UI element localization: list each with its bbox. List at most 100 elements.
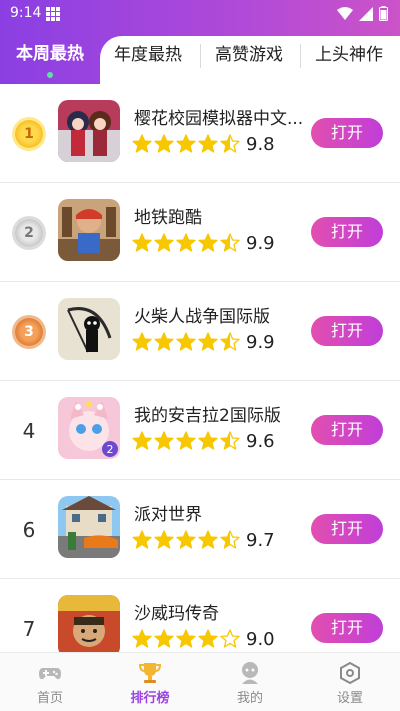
star-full-icon: [198, 431, 218, 450]
category-tabs: 本周最热 年度最热 高赞游戏 上头神作: [0, 28, 400, 84]
app-name: 我的安吉拉2国际版: [134, 406, 281, 426]
nav-label: 我的: [236, 691, 263, 706]
app-name: 火柴人战争国际版: [134, 307, 270, 327]
tab-yearly-hot[interactable]: 年度最热: [114, 40, 182, 70]
app-icon: [58, 199, 120, 261]
status-bar: 9:14: [0, 0, 400, 28]
tab-divider: [200, 44, 201, 68]
app-score: 9.0: [246, 629, 275, 650]
status-icons: [337, 6, 388, 21]
silver-medal-icon: 2: [15, 219, 43, 247]
open-button[interactable]: 打开: [311, 316, 383, 346]
bottom-navigation: 首页 排行榜 我的 设置: [0, 652, 400, 711]
gold-medal-icon: 1: [15, 120, 43, 148]
rank-number: 4: [22, 419, 36, 443]
star-rating: [132, 530, 240, 550]
star-full-icon: [198, 332, 218, 351]
star-half-icon: [220, 332, 240, 351]
star-full-icon: [154, 530, 174, 549]
user-icon: [242, 662, 258, 684]
app-name: 派对世界: [134, 505, 202, 525]
settings-hexagon-icon: [340, 661, 360, 685]
star-full-icon: [132, 530, 152, 549]
app-icon: 2: [58, 397, 120, 459]
list-item[interactable]: 2 地铁跑酷 9.9 打开: [0, 183, 400, 282]
nav-label: 设置: [336, 691, 363, 706]
list-item[interactable]: 4 2 我的安吉拉2国际版 9.6 打开: [0, 381, 400, 480]
star-full-icon: [198, 134, 218, 153]
star-rating: [132, 332, 240, 352]
nav-label: 排行榜: [130, 691, 170, 706]
star-full-icon: [198, 530, 218, 549]
open-button[interactable]: 打开: [311, 118, 383, 148]
tab-addictive-hits[interactable]: 上头神作: [315, 40, 383, 70]
rank-number: 7: [22, 617, 36, 641]
tab-label: 本周最热: [16, 44, 84, 64]
star-rating: [132, 629, 240, 649]
tab-divider: [300, 44, 301, 68]
trophy-icon: [138, 663, 162, 683]
tab-label: 年度最热: [114, 45, 182, 65]
app-name: 地铁跑酷: [134, 208, 202, 228]
open-button[interactable]: 打开: [311, 514, 383, 544]
star-full-icon: [154, 431, 174, 450]
star-half-icon: [220, 134, 240, 153]
signal-icon: [359, 6, 373, 21]
star-full-icon: [132, 629, 152, 648]
star-full-icon: [176, 233, 196, 252]
bronze-medal-icon: 3: [15, 318, 43, 346]
status-time: 9:14: [10, 5, 42, 21]
app-icon: [58, 298, 120, 360]
star-full-icon: [176, 629, 196, 648]
open-button[interactable]: 打开: [311, 415, 383, 445]
list-item[interactable]: 6 派对世界 9.7 打开: [0, 480, 400, 579]
app-score: 9.6: [246, 431, 275, 452]
nav-label: 首页: [36, 691, 63, 706]
star-half-icon: [220, 233, 240, 252]
app-score: 9.9: [246, 332, 275, 353]
star-full-icon: [198, 233, 218, 252]
ranking-list[interactable]: 1 樱花校园模拟器中文... 9.8 打开 2 地铁跑酷 9.9 打开 3 火柴…: [0, 84, 400, 652]
star-full-icon: [132, 431, 152, 450]
app-score: 9.8: [246, 134, 275, 155]
star-full-icon: [176, 134, 196, 153]
rank-number: 6: [22, 518, 36, 542]
app-icon: [58, 595, 120, 652]
star-rating: [132, 233, 240, 253]
svg-text:2: 2: [107, 443, 114, 456]
star-full-icon: [132, 134, 152, 153]
wifi-icon: [337, 6, 353, 20]
open-button[interactable]: 打开: [311, 217, 383, 247]
star-full-icon: [176, 332, 196, 351]
app-name: 樱花校园模拟器中文...: [134, 109, 304, 129]
nav-settings[interactable]: 设置: [300, 653, 400, 711]
list-item[interactable]: 7 沙威玛传奇 9.0 打开: [0, 579, 400, 652]
app-icon: [58, 100, 120, 162]
star-empty-icon: [220, 629, 240, 648]
nav-home[interactable]: 首页: [0, 653, 100, 711]
app-icon: [58, 496, 120, 558]
list-item[interactable]: 1 樱花校园模拟器中文... 9.8 打开: [0, 84, 400, 183]
star-full-icon: [176, 431, 196, 450]
star-full-icon: [132, 233, 152, 252]
star-full-icon: [176, 530, 196, 549]
star-full-icon: [198, 629, 218, 648]
app-score: 9.9: [246, 233, 275, 254]
tab-label: 高赞游戏: [215, 45, 283, 65]
nav-profile[interactable]: 我的: [200, 653, 300, 711]
tab-top-rated[interactable]: 高赞游戏: [215, 40, 283, 70]
app-score: 9.7: [246, 530, 275, 551]
star-half-icon: [220, 431, 240, 450]
nav-rankings[interactable]: 排行榜: [100, 653, 200, 711]
list-item[interactable]: 3 火柴人战争国际版 9.9 打开: [0, 282, 400, 381]
notification-grid-icon: [46, 7, 60, 21]
app-name: 沙威玛传奇: [134, 604, 219, 624]
star-full-icon: [154, 629, 174, 648]
active-tab-indicator: [47, 72, 53, 78]
open-button[interactable]: 打开: [311, 613, 383, 643]
star-rating: [132, 431, 240, 451]
tab-label: 上头神作: [315, 45, 383, 65]
gamepad-icon: [39, 668, 61, 680]
star-full-icon: [132, 332, 152, 351]
battery-icon: [379, 6, 388, 21]
